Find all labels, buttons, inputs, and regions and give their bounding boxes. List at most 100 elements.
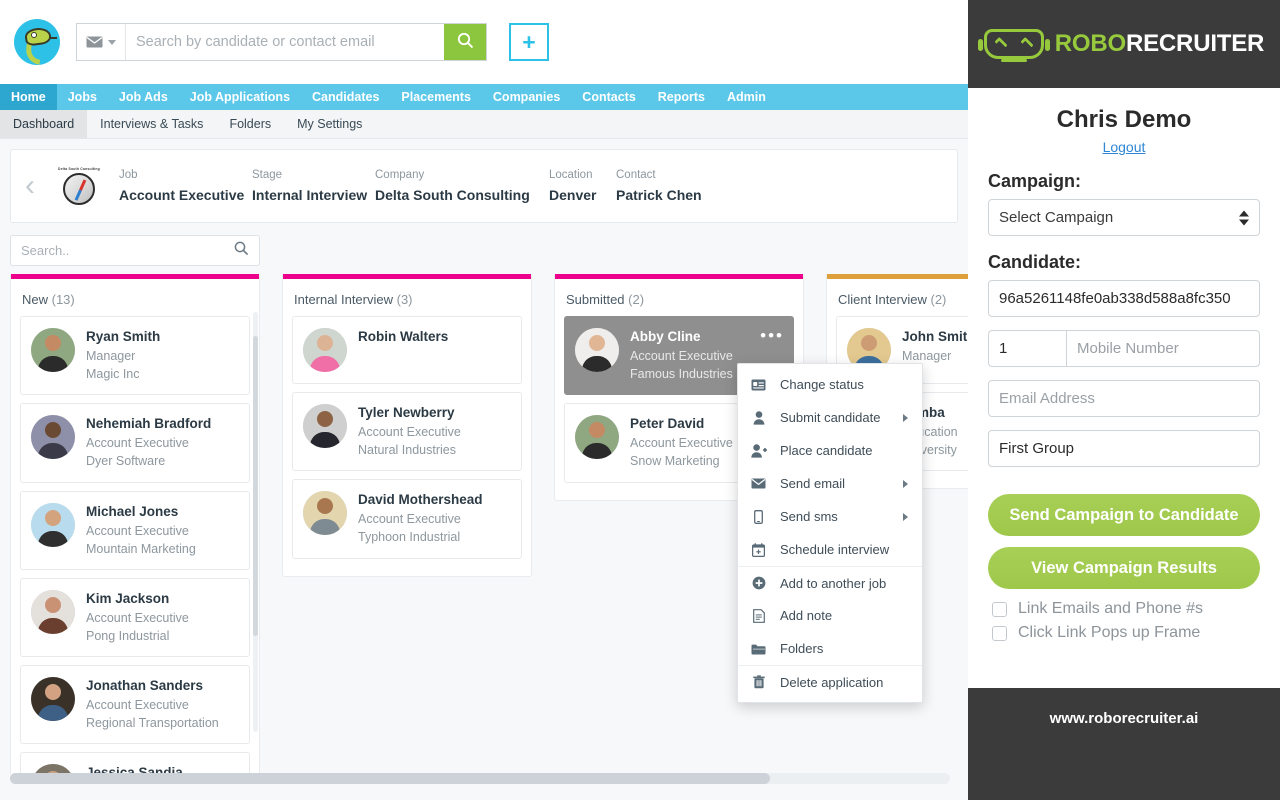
candidate-card[interactable]: Kim Jackson Account Executive Pong Industr… — [20, 577, 250, 657]
candidate-card-text: Kim Jackson Account Executive Pong Industr… — [86, 590, 189, 645]
nav-item-job-ads[interactable]: Job Ads — [108, 84, 179, 110]
candidate-role: Account Executive — [630, 349, 733, 363]
column-title: Internal Interview (3) — [292, 279, 522, 316]
avatar — [31, 328, 75, 372]
subnav-item-dashboard[interactable]: Dashboard — [0, 110, 88, 138]
application-root: + HomeJobsJob AdsJob ApplicationsCandida… — [0, 0, 1280, 800]
column-scrollbar-thumb[interactable] — [253, 336, 258, 636]
candidate-card[interactable]: Robin Walters — [292, 316, 522, 384]
snake-logo-icon[interactable] — [14, 19, 60, 65]
nav-item-contacts[interactable]: Contacts — [571, 84, 646, 110]
job-context-card: ‹ Delta South Consulting Job Account Exec… — [10, 149, 958, 223]
checkbox-row[interactable]: Click Link Pops up Frame — [992, 624, 1260, 642]
context-menu-item-submit-candidate[interactable]: Submit candidate — [738, 401, 922, 434]
candidate-card[interactable]: Michael Jones Account Executive Mountain M… — [20, 490, 250, 570]
more-options-icon[interactable]: ••• — [760, 327, 784, 344]
email-address-input[interactable] — [988, 380, 1260, 417]
search-button[interactable] — [444, 24, 486, 60]
horizontal-scrollbar-thumb[interactable] — [10, 773, 770, 784]
candidate-company: Snow Marketing — [630, 454, 720, 469]
nav-item-admin[interactable]: Admin — [716, 84, 777, 110]
send-campaign-button[interactable]: Send Campaign to Candidate — [988, 494, 1260, 536]
avatar — [575, 415, 619, 460]
nav-item-companies[interactable]: Companies — [482, 84, 571, 110]
context-menu-item-change-status[interactable]: Change status — [738, 368, 922, 401]
candidate-card[interactable]: Nehemiah Bradford Account Executive Dyer S… — [20, 403, 250, 483]
card-context-menu: Change status Submit candidate Place candi… — [737, 363, 923, 703]
job-field-location: Location Denver — [549, 169, 616, 203]
candidate-name: Ryan Smith — [86, 329, 161, 344]
phone-icon — [750, 509, 767, 524]
candidate-card[interactable]: Tyler Newberry Account Executive Natural I… — [292, 392, 522, 472]
candidate-id-input[interactable] — [988, 280, 1260, 317]
nav-item-job-applications[interactable]: Job Applications — [179, 84, 301, 110]
candidate-role: Account Executive — [358, 512, 461, 527]
search-icon — [457, 32, 474, 52]
job-field-value: Account Executive — [119, 187, 245, 203]
candidate-card-text: John SmithManager — [902, 328, 968, 365]
column-title-text: Submitted — [566, 292, 625, 307]
avatar — [31, 677, 75, 721]
checkbox-input[interactable] — [992, 625, 1007, 641]
candidate-card[interactable]: Ryan Smith Manager Magic Inc — [20, 316, 250, 396]
mobile-number-input[interactable] — [1066, 330, 1260, 367]
job-field-value: Internal Interview — [252, 187, 368, 203]
search-icon[interactable] — [234, 241, 249, 261]
country-code-input[interactable] — [988, 330, 1066, 367]
checkbox-row[interactable]: Link Emails and Phone #s — [992, 600, 1260, 618]
job-field-value: Denver — [549, 187, 597, 203]
nav-item-jobs[interactable]: Jobs — [57, 84, 108, 110]
horizontal-scrollbar[interactable] — [10, 773, 950, 784]
nav-item-home[interactable]: Home — [0, 84, 57, 110]
job-field-job: Job Account Executive — [119, 169, 252, 203]
person-icon — [750, 410, 767, 425]
campaign-select[interactable]: Select Campaign — [988, 199, 1260, 236]
context-menu-item-label: Send sms — [780, 509, 838, 524]
candidate-card[interactable]: David Mothershead Account Executive Typhoo… — [292, 479, 522, 559]
group-input[interactable] — [988, 430, 1260, 467]
context-menu-item-folders[interactable]: Folders — [738, 632, 922, 665]
subnav-item-interviews-tasks[interactable]: Interviews & Tasks — [87, 110, 216, 138]
candidate-card-text: Abby Cline Account Executive Famous Indust… — [630, 328, 733, 383]
context-menu-item-label: Schedule interview — [780, 542, 890, 557]
footer-url[interactable]: www.roborecruiter.ai — [1050, 710, 1199, 800]
search-input[interactable] — [126, 24, 444, 60]
robot-face-icon — [977, 29, 1050, 62]
context-menu-item-send-email[interactable]: Send email — [738, 467, 922, 500]
job-field-label: Stage — [252, 169, 283, 181]
campaign-select-wrapper: Select Campaign — [988, 199, 1260, 236]
context-menu-item-label: Place candidate — [780, 443, 873, 458]
checkbox-label: Click Link Pops up Frame — [1018, 624, 1201, 641]
chevron-left-icon[interactable]: ‹ — [25, 171, 47, 201]
context-menu-item-place-candidate[interactable]: Place candidate — [738, 434, 922, 467]
context-menu-item-delete-application[interactable]: Delete application — [738, 665, 922, 698]
candidate-company: Regional Transportation — [86, 716, 219, 731]
nav-item-placements[interactable]: Placements — [390, 84, 481, 110]
checkbox-input[interactable] — [992, 601, 1007, 617]
view-results-button[interactable]: View Campaign Results — [988, 547, 1260, 589]
column-count: (2) — [926, 292, 947, 307]
company-logo: Delta South Consulting — [53, 158, 105, 214]
nav-item-candidates[interactable]: Candidates — [301, 84, 390, 110]
logout-link[interactable]: Logout — [988, 139, 1260, 155]
candidate-card[interactable]: Jonathan Sanders Account Executive Regiona… — [20, 665, 250, 745]
context-menu-item-schedule-interview[interactable]: Schedule interview — [738, 533, 922, 566]
avatar — [303, 328, 347, 372]
context-menu-item-add-to-another-job[interactable]: Add to another job — [738, 566, 922, 599]
subnav-item-my-settings[interactable]: My Settings — [284, 110, 375, 138]
context-menu-item-send-sms[interactable]: Send sms — [738, 500, 922, 533]
avatar — [303, 491, 347, 536]
column-scrollbar[interactable] — [253, 312, 258, 732]
compass-icon — [63, 173, 95, 205]
candidate-card[interactable]: Jessica SandiaAccount Executive — [20, 752, 250, 774]
add-new-button[interactable]: + — [509, 23, 549, 61]
context-menu-item-add-note[interactable]: Add note — [738, 599, 922, 632]
context-menu-item-label: Delete application — [780, 674, 884, 690]
nav-item-reports[interactable]: Reports — [647, 84, 716, 110]
job-field-value: Patrick Chen — [616, 187, 702, 203]
brand-part-recruiter: RECRUITER — [1125, 30, 1265, 57]
board-search-input[interactable] — [21, 243, 234, 258]
column-title-text: New — [22, 292, 49, 307]
subnav-item-folders[interactable]: Folders — [216, 110, 284, 138]
mail-filter-dropdown[interactable] — [77, 24, 126, 60]
